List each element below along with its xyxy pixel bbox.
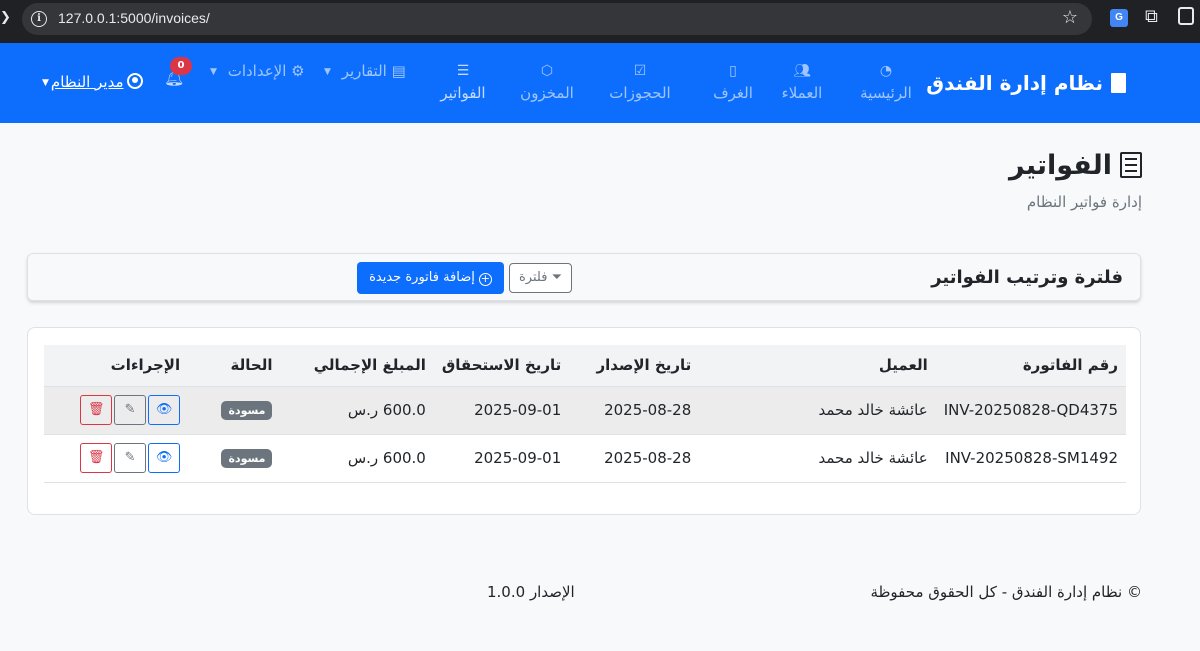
nav-item-bookings[interactable]: ☑ الحجوزات xyxy=(609,61,670,102)
notification-count-badge: 0 xyxy=(170,57,192,75)
column-header[interactable]: العميل xyxy=(699,345,936,387)
bookmark-star-icon[interactable]: ☆ xyxy=(1062,7,1078,28)
caret-down-icon: ▼ xyxy=(210,67,217,77)
footer-copyright: © نظام إدارة الفندق - كل الحقوق محفوظة xyxy=(870,583,1142,601)
translate-extension-icon[interactable]: G xyxy=(1110,9,1128,27)
pencil-icon: ✎ xyxy=(124,402,136,417)
speedometer-icon: ◔ xyxy=(879,63,893,79)
settings-label: الإعدادات xyxy=(227,62,287,80)
door-icon: ▯ xyxy=(729,63,737,79)
view-button[interactable]: 👁︎ xyxy=(148,395,181,425)
invoice-amount: 600.0 ر.س xyxy=(347,401,426,419)
plus-circle-icon: + xyxy=(478,272,492,286)
reports-dropdown[interactable]: ▤ التقارير ▼ xyxy=(324,62,406,80)
invoice-issue-date: 2025-08-28 xyxy=(604,449,692,467)
user-circle-icon xyxy=(127,73,144,89)
nav-item-rooms[interactable]: ▯ الغرف xyxy=(713,61,753,102)
nav-label: العملاء xyxy=(781,84,823,102)
status-cell: مسودة xyxy=(188,434,280,482)
nav-item-invoices[interactable]: ☰ الفواتير xyxy=(440,61,485,102)
brand[interactable]: نظام إدارة الفندق xyxy=(926,71,1126,95)
nav-label: الغرف xyxy=(713,84,753,102)
people-icon: 👥︎ xyxy=(793,63,811,79)
column-header[interactable]: رقم الفاتورة xyxy=(935,345,1126,387)
filter-button[interactable]: ⏷ فلترة xyxy=(509,263,572,293)
delete-button[interactable]: 🗑︎ xyxy=(80,395,113,425)
invoice-client: عائشة خالد محمد xyxy=(818,401,928,419)
settings-dropdown[interactable]: ⚙ الإعدادات ▼ xyxy=(210,62,305,80)
nav-label: الحجوزات xyxy=(609,84,671,102)
table-row[interactable]: INV-20250828-SM1492 عائشة خالد محمد 2025… xyxy=(44,434,1126,482)
table-row[interactable]: INV-20250828-QD4375 عائشة خالد محمد 2025… xyxy=(44,386,1126,434)
invoice-due-date: 2025-09-01 xyxy=(474,449,562,467)
box-icon: ⬡ xyxy=(540,63,554,79)
page-title: الفواتير xyxy=(1009,150,1142,181)
invoices-card: رقم الفاتورة العميل تاريخ الإصدار تاريخ … xyxy=(27,327,1141,515)
actions-cell: 👁︎ ✎ 🗑︎ xyxy=(44,434,188,482)
delete-button[interactable]: 🗑︎ xyxy=(80,443,113,473)
extensions-puzzle-icon[interactable]: ⧉ xyxy=(1145,6,1158,27)
invoice-client: عائشة خالد محمد xyxy=(818,449,928,467)
column-header[interactable]: تاريخ الإصدار xyxy=(569,345,700,387)
address-bar[interactable]: i 127.0.0.1:5000/invoices/ ☆ xyxy=(22,3,1092,35)
invoice-number: INV-20250828-QD4375 xyxy=(943,401,1118,419)
reports-label: التقارير xyxy=(341,62,387,80)
column-header[interactable]: الحالة xyxy=(188,345,281,387)
trash-icon: 🗑︎ xyxy=(87,450,105,465)
invoice-due-date: 2025-09-01 xyxy=(474,401,562,419)
column-header[interactable]: المبلغ الإجمالي xyxy=(280,345,434,387)
main-navbar: نظام إدارة الفندق ◔ الرئيسية 👥︎ العملاء … xyxy=(0,43,1200,123)
actions-cell: 👁︎ ✎ 🗑︎ xyxy=(44,386,188,434)
invoice-amount: 600.0 ر.س xyxy=(347,449,426,467)
caret-down-icon: ▼ xyxy=(42,78,49,88)
column-header[interactable]: تاريخ الاستحقاق xyxy=(433,345,570,387)
nav-item-clients[interactable]: 👥︎ العملاء xyxy=(782,61,823,102)
chart-file-icon: ▤ xyxy=(391,62,406,80)
add-invoice-label: إضافة فاتورة جديدة xyxy=(369,270,475,285)
column-header: الإجراءات xyxy=(44,345,189,387)
nav-item-dashboard[interactable]: ◔ الرئيسية xyxy=(860,61,912,102)
eye-icon: 👁︎ xyxy=(155,402,173,417)
filter-card-title: فلترة وترتيب الفواتير xyxy=(931,267,1123,288)
site-info-icon[interactable]: i xyxy=(31,11,47,27)
trash-icon: 🗑︎ xyxy=(87,402,105,417)
filter-card: فلترة وترتيب الفواتير ⏷ فلترة +إضافة فات… xyxy=(27,253,1141,301)
status-badge: مسودة xyxy=(221,449,273,468)
page-title-text: الفواتير xyxy=(1009,150,1112,181)
status-badge: مسودة xyxy=(221,401,273,420)
side-panel-icon[interactable] xyxy=(1178,7,1194,25)
status-cell: مسودة xyxy=(188,386,280,434)
receipt-icon: ☰ xyxy=(456,63,470,79)
url-text[interactable]: 127.0.0.1:5000/invoices/ xyxy=(58,10,210,26)
view-button[interactable]: 👁︎ xyxy=(148,443,181,473)
filter-button-label: فلترة xyxy=(519,270,548,285)
caret-down-icon: ▼ xyxy=(324,67,331,77)
page-subtitle: إدارة فواتير النظام xyxy=(1026,193,1142,211)
nav-label: الفواتير xyxy=(440,84,486,102)
receipt-icon xyxy=(1120,152,1142,178)
edit-button[interactable]: ✎ xyxy=(114,443,147,473)
nav-item-inventory[interactable]: ⬡ المخزون xyxy=(520,61,574,102)
nav-label: الرئيسية xyxy=(860,84,912,102)
invoices-table: رقم الفاتورة العميل تاريخ الإصدار تاريخ … xyxy=(44,345,1126,483)
invoice-number: INV-20250828-SM1492 xyxy=(945,449,1118,467)
user-name: مدير النظام xyxy=(50,73,124,91)
invoice-issue-date: 2025-08-28 xyxy=(604,401,692,419)
building-icon xyxy=(1111,73,1126,93)
add-invoice-button[interactable]: +إضافة فاتورة جديدة xyxy=(357,262,504,294)
user-menu[interactable]: مدير النظام▼ xyxy=(42,73,144,91)
edit-button[interactable]: ✎ xyxy=(114,395,147,425)
browser-toolbar: ❯ i 127.0.0.1:5000/invoices/ ☆ G ⧉ xyxy=(0,0,1200,43)
gear-icon: ⚙ xyxy=(291,62,305,80)
eye-icon: 👁︎ xyxy=(155,450,173,465)
back-fragment-icon: ❯ xyxy=(0,10,11,25)
pencil-icon: ✎ xyxy=(124,450,136,465)
calendar-check-icon: ☑ xyxy=(633,63,647,79)
table-header-row: رقم الفاتورة العميل تاريخ الإصدار تاريخ … xyxy=(44,345,1126,387)
funnel-icon: ⏷ xyxy=(551,270,562,285)
brand-label: نظام إدارة الفندق xyxy=(926,71,1103,95)
footer-version: الإصدار 1.0.0 xyxy=(487,583,575,601)
nav-label: المخزون xyxy=(520,84,574,102)
